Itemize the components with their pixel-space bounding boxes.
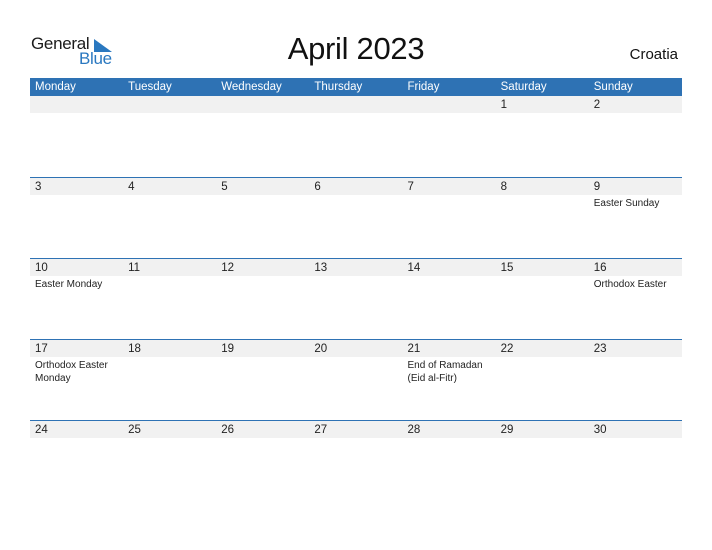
date-bar bbox=[216, 96, 310, 113]
day-number: 2 bbox=[593, 99, 601, 111]
day-number: 22 bbox=[500, 343, 514, 355]
day-cell[interactable]: 8 bbox=[495, 178, 589, 259]
day-number: 12 bbox=[221, 262, 235, 274]
day-cell[interactable]: 30 bbox=[588, 421, 682, 502]
day-cell[interactable]: 28 bbox=[402, 421, 496, 502]
holiday-label: Easter Monday bbox=[35, 279, 103, 290]
calendar-title: April 2023 bbox=[287, 31, 425, 66]
weekday-friday: Friday bbox=[407, 81, 440, 93]
day-cell[interactable]: 17 Orthodox Easter Monday bbox=[30, 340, 124, 421]
day-number: 30 bbox=[593, 424, 607, 436]
day-cell[interactable]: 11 bbox=[123, 259, 217, 340]
day-cell[interactable]: 10 Easter Monday bbox=[30, 259, 124, 340]
weekday-wednesday: Wednesday bbox=[221, 81, 282, 93]
date-bar bbox=[588, 96, 682, 113]
day-number: 1 bbox=[500, 99, 508, 111]
date-bar bbox=[309, 178, 403, 195]
weekday-header: Monday Tuesday Wednesday Thursday Friday… bbox=[30, 78, 682, 96]
day-cell[interactable]: 5 bbox=[216, 178, 310, 259]
day-number: 15 bbox=[500, 262, 514, 274]
day-cell[interactable]: 1 bbox=[495, 96, 589, 177]
day-cell[interactable]: 27 bbox=[309, 421, 403, 502]
weekday-saturday: Saturday bbox=[500, 81, 547, 93]
day-cell[interactable]: 12 bbox=[216, 259, 310, 340]
weekday-thursday: Thursday bbox=[314, 81, 363, 93]
day-number: 7 bbox=[407, 181, 414, 193]
date-bar bbox=[216, 178, 310, 195]
day-number: 5 bbox=[221, 181, 228, 193]
day-number: 19 bbox=[221, 343, 235, 355]
day-cell[interactable] bbox=[30, 96, 124, 177]
date-bar bbox=[402, 96, 496, 113]
day-number: 24 bbox=[35, 424, 48, 436]
holiday-label: Easter Sunday bbox=[593, 198, 660, 209]
day-number: 17 bbox=[35, 343, 48, 355]
day-cell[interactable]: 18 bbox=[123, 340, 217, 421]
day-cell[interactable]: 26 bbox=[216, 421, 310, 502]
day-number: 25 bbox=[128, 424, 141, 436]
day-number: 26 bbox=[221, 424, 235, 436]
day-number: 10 bbox=[35, 262, 48, 274]
day-cell[interactable] bbox=[216, 96, 310, 177]
day-number: 16 bbox=[593, 262, 607, 274]
country-label: Croatia bbox=[629, 46, 678, 63]
week-row: 24 25 26 27 28 29 30 bbox=[30, 420, 682, 502]
day-cell[interactable]: 16 Orthodox Easter bbox=[588, 259, 682, 340]
day-number: 14 bbox=[407, 262, 421, 274]
day-cell[interactable]: 23 bbox=[588, 340, 682, 421]
day-cell[interactable]: 4 bbox=[123, 178, 217, 259]
day-number: 6 bbox=[314, 181, 321, 193]
day-number: 27 bbox=[314, 424, 328, 436]
day-cell[interactable]: 15 bbox=[495, 259, 589, 340]
day-cell[interactable]: 19 bbox=[216, 340, 310, 421]
date-bar bbox=[30, 178, 124, 195]
day-cell[interactable] bbox=[402, 96, 496, 177]
weekday-sunday: Sunday bbox=[593, 81, 633, 93]
day-cell[interactable]: 21 End of Ramadan (Eid al-Fitr) bbox=[402, 340, 496, 421]
date-bar bbox=[588, 178, 682, 195]
day-cell[interactable]: 24 bbox=[30, 421, 124, 502]
week-row: 10 Easter Monday 11 12 13 14 15 16 Orthodox East… bbox=[30, 258, 682, 340]
weekday-tuesday: Tuesday bbox=[128, 81, 172, 93]
day-cell[interactable]: 7 bbox=[402, 178, 496, 259]
day-cell[interactable]: 25 bbox=[123, 421, 217, 502]
holiday-label: Orthodox Easter Monday bbox=[35, 360, 108, 384]
day-cell[interactable]: 2 bbox=[588, 96, 682, 177]
date-bar bbox=[495, 178, 589, 195]
date-bar bbox=[495, 96, 589, 113]
day-number: 3 bbox=[35, 181, 42, 193]
week-row: 17 Orthodox Easter Monday 18 19 20 21 End of R… bbox=[30, 339, 682, 421]
day-cell[interactable]: 3 bbox=[30, 178, 124, 259]
day-number: 23 bbox=[593, 343, 607, 355]
date-bar bbox=[123, 178, 217, 195]
day-cell[interactable]: 9 Easter Sunday bbox=[588, 178, 682, 259]
day-cell[interactable]: 6 bbox=[309, 178, 403, 259]
weekday-monday: Monday bbox=[35, 81, 76, 93]
week-row: 12 bbox=[30, 96, 682, 177]
day-number: 9 bbox=[593, 181, 601, 193]
day-cell[interactable] bbox=[309, 96, 403, 177]
day-cell[interactable]: 20 bbox=[309, 340, 403, 421]
day-cell[interactable]: 14 bbox=[402, 259, 496, 340]
date-bar bbox=[30, 96, 124, 113]
day-number: 21 bbox=[407, 343, 421, 355]
day-cell[interactable]: 13 bbox=[309, 259, 403, 340]
day-number: 29 bbox=[500, 424, 514, 436]
day-number: 28 bbox=[407, 424, 421, 436]
week-row: 3 4 5 6 7 8 9 Easter Sunday bbox=[30, 177, 682, 259]
day-number: 8 bbox=[500, 181, 508, 193]
day-number: 18 bbox=[128, 343, 141, 355]
day-cell[interactable]: 29 bbox=[495, 421, 589, 502]
holiday-label: End of Ramadan (Eid al-Fitr) bbox=[407, 360, 483, 384]
day-number: 11 bbox=[128, 262, 141, 274]
holiday-label: Orthodox Easter bbox=[593, 279, 667, 290]
day-cell[interactable] bbox=[123, 96, 217, 177]
day-number: 20 bbox=[314, 343, 328, 355]
date-bar bbox=[402, 178, 496, 195]
day-cell[interactable]: 22 bbox=[495, 340, 589, 421]
date-bar bbox=[309, 96, 403, 113]
date-bar bbox=[123, 96, 217, 113]
day-number: 13 bbox=[314, 262, 328, 274]
day-number: 4 bbox=[128, 181, 135, 193]
